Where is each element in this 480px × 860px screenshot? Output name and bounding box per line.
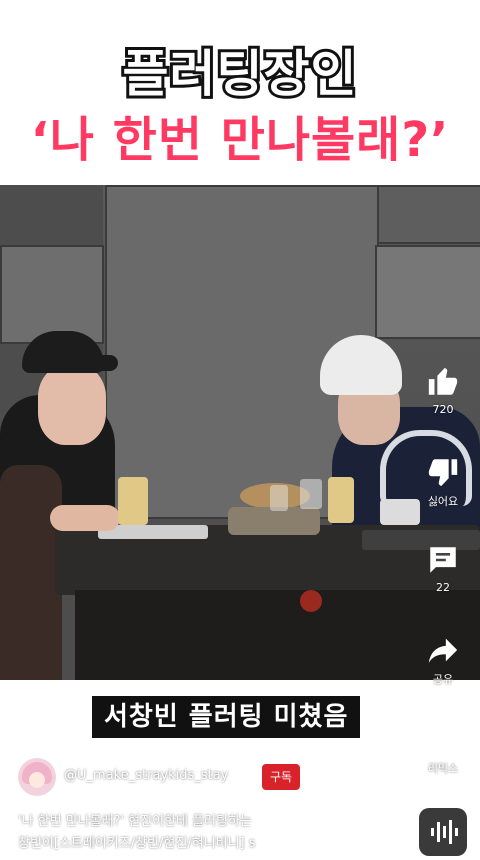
remix-icon [431, 727, 455, 751]
remix-label: 리믹스 [427, 762, 459, 775]
channel-handle[interactable]: @U_make_straykids_stay [64, 768, 228, 783]
camera-icon[interactable] [382, 6, 412, 36]
dislike-label: 싫어요 [427, 495, 459, 508]
plate [228, 507, 320, 535]
more-vert-icon[interactable] [438, 6, 468, 36]
description-line-2[interactable]: 창빈이[스트레이키즈/창빈/현진/혀니비니] s [18, 832, 256, 851]
audio-wave-icon [431, 820, 458, 844]
cup [118, 477, 148, 525]
napkin-holder [380, 499, 420, 525]
comment-button[interactable]: 22 [416, 543, 470, 594]
title-line-2: ‘나 한번 만나볼래?’ [28, 109, 452, 171]
cup [328, 477, 354, 523]
subscribe-button[interactable]: 구독 [262, 764, 300, 790]
avatar[interactable] [18, 758, 56, 796]
wall-panel [0, 245, 104, 344]
remix-button[interactable]: 리믹스 [416, 722, 470, 776]
description-line-1[interactable]: '나 한번 만나볼래?' 현진이한테 플러팅하는 [18, 810, 252, 829]
chair [0, 465, 62, 680]
channel-row: @U_make_straykids_stay 구독 [18, 758, 408, 798]
glass [270, 485, 288, 511]
comment-icon [430, 547, 456, 573]
share-arrow-icon [428, 638, 458, 663]
video-player[interactable] [0, 185, 480, 680]
person-left-face [38, 365, 106, 445]
wall-panel [375, 185, 480, 244]
share-button[interactable]: 공유 [416, 633, 470, 687]
like-button[interactable]: 720 [416, 365, 470, 416]
table-knob [300, 590, 322, 612]
title-line-1: 플러팅장인 [120, 42, 360, 106]
glass [300, 479, 322, 509]
dislike-button[interactable]: 싫어요 [416, 455, 470, 509]
search-icon[interactable] [326, 6, 356, 36]
back-arrow-icon[interactable] [16, 6, 46, 36]
person-left-arm [50, 505, 120, 531]
sound-button[interactable] [419, 808, 467, 856]
video-caption: 서창빈 플러팅 미쳤음 [92, 696, 361, 738]
comment-count: 22 [436, 581, 450, 594]
like-count: 720 [432, 403, 454, 416]
wall-panel [375, 245, 480, 339]
share-label: 공유 [432, 673, 454, 686]
cap-brim [70, 355, 118, 371]
thumbs-up-icon [428, 367, 458, 395]
thumbs-down-icon [428, 459, 458, 487]
